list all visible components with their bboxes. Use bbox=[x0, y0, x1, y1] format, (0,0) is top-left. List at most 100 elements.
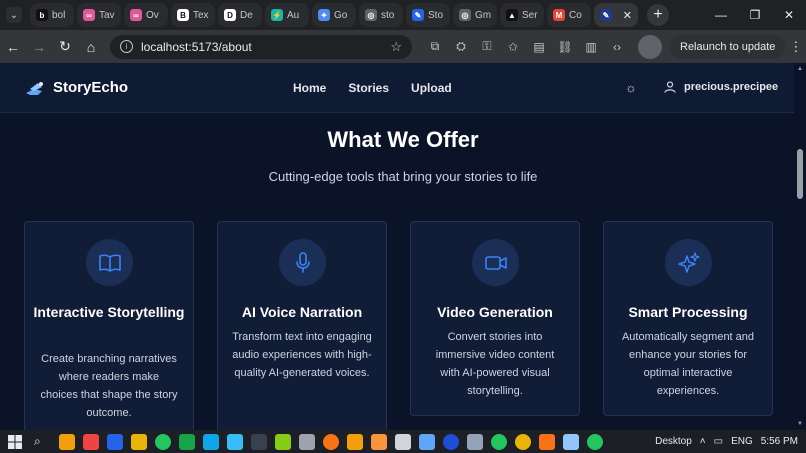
browser-tab[interactable]: ▲ Ser bbox=[500, 3, 544, 27]
taskbar-explorer-icon[interactable] bbox=[130, 433, 147, 450]
browser-tab[interactable]: B Tex bbox=[171, 3, 215, 27]
icon-circle bbox=[472, 239, 519, 286]
site-info-icon[interactable]: i bbox=[120, 40, 133, 53]
close-window-button[interactable]: ✕ bbox=[772, 0, 806, 30]
tab-favicon-icon: ∞ bbox=[83, 9, 95, 21]
tab-close-button[interactable]: ✕ bbox=[623, 9, 632, 22]
taskbar-chrome-icon[interactable] bbox=[586, 433, 603, 450]
favorites-icon[interactable]: ✩ bbox=[500, 40, 526, 54]
icon-circle bbox=[86, 239, 133, 286]
forward-button[interactable]: → bbox=[26, 34, 52, 60]
nav-stories[interactable]: Stories bbox=[348, 81, 389, 95]
browser-tab[interactable]: b bol bbox=[30, 3, 74, 27]
section-subtitle: Cutting-edge tools that bring your stori… bbox=[268, 169, 538, 184]
taskbar-vscode-icon[interactable] bbox=[202, 433, 219, 450]
taskbar-app-icon[interactable] bbox=[58, 433, 75, 450]
tab-favicon-icon: ◎ bbox=[365, 9, 377, 21]
active-browser-tab[interactable]: ✎ ✕ bbox=[594, 3, 638, 27]
taskbar-app-icon[interactable] bbox=[226, 433, 243, 450]
page-content: StoryEcho Home Stories Upload ☼ precious… bbox=[0, 63, 806, 430]
new-tab-button[interactable]: + bbox=[647, 4, 669, 26]
bookmark-star-icon[interactable]: ☆ bbox=[390, 39, 402, 55]
icon-circle bbox=[279, 239, 326, 286]
devtools-icon[interactable]: ‹› bbox=[604, 40, 630, 54]
username: precious.precipee bbox=[684, 81, 779, 93]
card-description: Automatically segment and enhance your s… bbox=[621, 331, 755, 397]
taskbar-app-icon[interactable] bbox=[538, 433, 555, 450]
password-icon[interactable]: ⚿ bbox=[474, 39, 500, 54]
taskbar-vlc-icon[interactable] bbox=[370, 433, 387, 450]
section-title: What We Offer bbox=[327, 127, 479, 152]
desktop-label[interactable]: Desktop bbox=[655, 436, 692, 447]
language-indicator[interactable]: ENG bbox=[731, 436, 753, 447]
minimize-button[interactable]: — bbox=[704, 0, 738, 30]
main-nav: Home Stories Upload bbox=[293, 81, 474, 95]
card-title: Smart Processing bbox=[628, 304, 748, 320]
brand-name[interactable]: StoryEcho bbox=[53, 79, 128, 96]
restore-button[interactable]: ❐ bbox=[738, 0, 772, 30]
back-button[interactable]: ← bbox=[0, 34, 26, 60]
taskbar-app-icon[interactable] bbox=[562, 433, 579, 450]
browser-tab[interactable]: ◎ Gm bbox=[453, 3, 497, 27]
browser-tab[interactable]: ⚡ Au bbox=[265, 3, 309, 27]
taskbar-app-icon[interactable] bbox=[418, 433, 435, 450]
link-icon[interactable]: ⛓ bbox=[552, 40, 578, 54]
taskbar-terminal-icon[interactable] bbox=[250, 433, 267, 450]
windows-start-icon[interactable] bbox=[8, 434, 22, 449]
tab-label: Go bbox=[334, 9, 348, 21]
tab-label: Au bbox=[287, 9, 300, 21]
incognito-icon[interactable]: ⛭ bbox=[448, 39, 474, 54]
notification-icon[interactable]: ▭ bbox=[714, 436, 723, 447]
browser-tab[interactable]: ∞ Ov bbox=[124, 3, 168, 27]
taskbar-app-icon[interactable] bbox=[466, 433, 483, 450]
taskbar-chrome-icon[interactable] bbox=[154, 433, 171, 450]
menu-kebab-icon[interactable]: ⋮ bbox=[789, 39, 802, 55]
tab-favicon-icon: ▲ bbox=[506, 9, 518, 21]
taskbar-word-icon[interactable] bbox=[106, 433, 123, 450]
card-description: Transform text into engaging audio exper… bbox=[232, 331, 372, 379]
taskbar-app-icon[interactable] bbox=[82, 433, 99, 450]
card-description: Convert stories into immersive video con… bbox=[435, 331, 555, 397]
home-button[interactable]: ⌂ bbox=[78, 34, 104, 60]
clock[interactable]: 5:56 PM bbox=[761, 436, 798, 447]
user-menu[interactable]: precious.precipee bbox=[664, 81, 778, 93]
nav-home[interactable]: Home bbox=[293, 81, 326, 95]
browser-tab[interactable]: ✦ Go bbox=[312, 3, 356, 27]
extension-icons: ⧉ ⛭ ⚿ ✩ ▤ ⛓ ▥ ‹› bbox=[422, 39, 630, 54]
card-description: Create branching narratives where reader… bbox=[40, 353, 178, 419]
taskbar-search-icon[interactable]: ⌕ bbox=[34, 434, 41, 449]
browser-tab[interactable]: ∞ Tav bbox=[77, 3, 121, 27]
browser-tab[interactable]: ◎ sto bbox=[359, 3, 403, 27]
browser-tab-strip: ⌄ b bol ∞ Tav ∞ Ov B Tex D De ⚡ Au ✦ Go ◎ sto ✎ Sto ◎ Gm ▲ Se… bbox=[0, 0, 806, 30]
storyecho-logo-icon[interactable] bbox=[24, 79, 46, 97]
side-panel-icon[interactable]: ▥ bbox=[578, 40, 604, 54]
reload-button[interactable]: ↻ bbox=[52, 34, 78, 60]
reading-list-icon[interactable]: ▤ bbox=[526, 40, 552, 54]
browser-tab[interactable]: ✎ Sto bbox=[406, 3, 450, 27]
nav-upload[interactable]: Upload bbox=[411, 81, 452, 95]
tab-list: b bol ∞ Tav ∞ Ov B Tex D De ⚡ Au ✦ Go ◎ sto ✎ Sto ◎ Gm ▲ Ser M… bbox=[30, 0, 641, 30]
taskbar-app-icon[interactable] bbox=[442, 433, 459, 450]
extensions-icon[interactable]: ⧉ bbox=[422, 39, 448, 54]
taskbar-calculator-icon[interactable] bbox=[394, 433, 411, 450]
taskbar-app-icon[interactable] bbox=[346, 433, 363, 450]
taskbar-app-icon[interactable] bbox=[178, 433, 195, 450]
scroll-down-arrow-icon[interactable]: ▼ bbox=[796, 421, 804, 427]
scrollbar-thumb[interactable] bbox=[797, 149, 803, 199]
tray-expand-icon[interactable]: ˄ bbox=[700, 436, 706, 447]
relaunch-button[interactable]: Relaunch to update bbox=[670, 34, 786, 59]
address-bar[interactable]: i localhost:5173/about ☆ bbox=[110, 34, 412, 59]
theme-toggle-sun-icon[interactable]: ☼ bbox=[625, 81, 639, 95]
taskbar-app-icon[interactable] bbox=[514, 433, 531, 450]
browser-tab[interactable]: M Co bbox=[547, 3, 591, 27]
profile-avatar[interactable] bbox=[638, 34, 662, 59]
taskbar-app-icon[interactable] bbox=[298, 433, 315, 450]
taskbar-chrome-icon[interactable] bbox=[490, 433, 507, 450]
browser-tab[interactable]: D De bbox=[218, 3, 262, 27]
scroll-up-arrow-icon[interactable]: ▲ bbox=[796, 66, 804, 72]
taskbar-app-icon[interactable] bbox=[274, 433, 291, 450]
taskbar-app-icon[interactable] bbox=[322, 433, 339, 450]
icon-circle bbox=[665, 239, 712, 286]
tab-search-button[interactable]: ⌄ bbox=[6, 7, 22, 23]
page-scrollbar[interactable]: ▲ ▼ bbox=[794, 63, 806, 430]
